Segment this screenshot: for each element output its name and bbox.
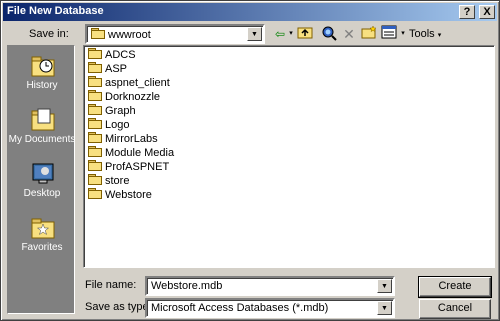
- up-folder-icon[interactable]: [297, 25, 313, 43]
- file-new-database-dialog: File New Database ? X Save in: wwwroot ▼…: [0, 0, 500, 321]
- list-item[interactable]: Dorknozzle: [88, 90, 160, 104]
- save-as-type-value: Microsoft Access Databases (*.mdb): [151, 302, 329, 314]
- list-item[interactable]: ADCS: [88, 48, 136, 62]
- save-as-type-label: Save as type:: [85, 301, 152, 313]
- folder-icon: [88, 146, 102, 157]
- cancel-button[interactable]: Cancel: [419, 299, 491, 319]
- folder-name: store: [105, 175, 130, 187]
- folder-name: Logo: [105, 119, 130, 131]
- views-icon[interactable]: [381, 25, 397, 43]
- place-history[interactable]: History: [8, 50, 76, 100]
- back-dropdown-icon[interactable]: ▾: [287, 25, 295, 43]
- place-label: My Documents: [8, 134, 76, 145]
- title-bar: File New Database ? X: [3, 3, 497, 21]
- list-item[interactable]: Graph: [88, 104, 136, 118]
- desktop-icon: [32, 163, 54, 184]
- search-web-icon[interactable]: [321, 25, 337, 43]
- place-my-documents[interactable]: My Documents: [8, 104, 76, 154]
- folder-icon: [91, 28, 105, 39]
- close-button[interactable]: X: [479, 5, 495, 19]
- favorites-icon: [31, 218, 55, 239]
- list-item[interactable]: Webstore: [88, 188, 152, 202]
- folder-icon: [88, 118, 102, 129]
- folder-name: Graph: [105, 105, 136, 117]
- save-in-value: wwwroot: [108, 29, 151, 41]
- file-list: ADCS ASP aspnet_client Dorknozzle Graph …: [83, 45, 495, 268]
- chevron-down-icon[interactable]: ▼: [247, 27, 262, 41]
- folder-icon: [88, 90, 102, 101]
- list-item[interactable]: Module Media: [88, 146, 174, 160]
- chevron-down-icon[interactable]: ▼: [377, 301, 392, 315]
- folder-name: Dorknozzle: [105, 91, 161, 103]
- folder-name: Webstore: [105, 189, 152, 201]
- list-item[interactable]: ASP: [88, 62, 127, 76]
- place-label: History: [26, 80, 58, 91]
- list-item[interactable]: MirrorLabs: [88, 132, 158, 146]
- new-folder-icon[interactable]: [361, 25, 377, 43]
- folder-name: ASP: [105, 63, 128, 75]
- window-title: File New Database: [7, 5, 104, 17]
- tools-label: Tools: [409, 28, 435, 40]
- save-in-dropdown[interactable]: wwwroot ▼: [85, 24, 265, 44]
- delete-icon[interactable]: ✕: [341, 25, 357, 43]
- folder-name: ProfASPNET: [105, 161, 170, 173]
- folder-icon: [88, 48, 102, 59]
- folder-icon: [88, 188, 102, 199]
- views-dropdown-icon[interactable]: ▾: [399, 25, 407, 43]
- list-item[interactable]: Logo: [88, 118, 129, 132]
- place-favorites[interactable]: Favorites: [8, 212, 76, 262]
- file-name-label: File name:: [85, 279, 137, 291]
- folder-name: MirrorLabs: [105, 133, 158, 145]
- help-button[interactable]: ?: [459, 5, 475, 19]
- places-bar: History My Documents Desktop Favorites: [7, 45, 75, 314]
- place-label: Desktop: [23, 188, 61, 199]
- folder-icon: [88, 160, 102, 171]
- file-name-field[interactable]: Webstore.mdb ▼: [145, 276, 395, 296]
- list-item[interactable]: store: [88, 174, 129, 188]
- my-documents-icon: [31, 108, 55, 131]
- file-name-value[interactable]: Webstore.mdb: [151, 280, 222, 292]
- folder-icon: [88, 104, 102, 115]
- folder-name: aspnet_client: [105, 77, 170, 89]
- tools-menu[interactable]: Tools ▾: [409, 25, 443, 43]
- place-desktop[interactable]: Desktop: [8, 158, 76, 208]
- folder-icon: [88, 62, 102, 73]
- folder-name: Module Media: [105, 147, 175, 159]
- folder-icon: [88, 76, 102, 87]
- history-icon: [31, 56, 55, 77]
- folder-icon: [88, 132, 102, 143]
- back-arrow-icon[interactable]: ⇦: [273, 25, 287, 43]
- save-as-type-dropdown[interactable]: Microsoft Access Databases (*.mdb) ▼: [145, 298, 395, 318]
- folder-name: ADCS: [105, 49, 136, 61]
- tools-dropdown-icon: ▾: [437, 32, 442, 39]
- folder-icon: [88, 174, 102, 185]
- create-button[interactable]: Create: [418, 276, 492, 298]
- list-item[interactable]: ProfASPNET: [88, 160, 169, 174]
- save-in-value-wrap: wwwroot: [91, 28, 151, 41]
- list-item[interactable]: aspnet_client: [88, 76, 170, 90]
- save-in-label: Save in:: [29, 28, 69, 40]
- place-label: Favorites: [21, 242, 63, 253]
- chevron-down-icon[interactable]: ▼: [377, 279, 392, 293]
